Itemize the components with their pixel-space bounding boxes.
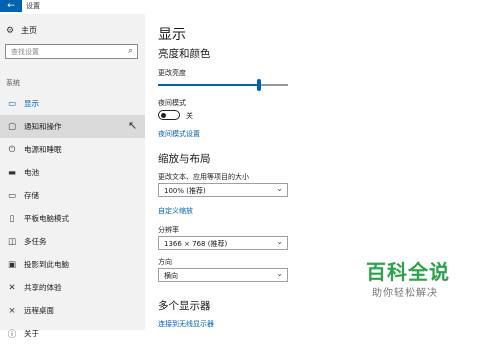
search-input[interactable]: 查找设置 [11,47,39,57]
brightness-slider-thumb[interactable] [257,79,262,91]
sidebar-item-label: 通知和操作 [24,122,62,131]
sidebar-item-project[interactable]: ▣ 投影到此电脑 [0,253,145,276]
info-icon: ⓘ [7,329,17,340]
watermark-subtitle: 助你轻松解决 [372,288,438,299]
power-icon: ⏻ [8,144,16,155]
night-light-state: 关 [186,112,193,120]
sidebar-item-multitask[interactable]: ◫ 多任务 [0,230,145,253]
sidebar-item-battery[interactable]: ▬ 电池 [0,161,145,184]
sidebar-item-label: 平板电脑模式 [24,214,69,223]
nav-list: ▭ 显示 ▢ 通知和操作 ⏻ 电源和睡眠 ▬ 电池 ▭ 存储 ▯ 平板电脑模式 … [0,92,145,345]
wireless-display-link[interactable]: 连接到无线显示器 [158,319,214,329]
chevron-down-icon: ⌄ [276,269,283,278]
sidebar-item-label: 电池 [24,168,39,177]
sidebar-item-label: 共享的体验 [24,283,62,292]
night-light-settings-link[interactable]: 夜间模式设置 [158,129,200,139]
sidebar-item-label: 存储 [24,191,39,200]
brightness-label: 更改亮度 [158,69,186,77]
share-icon: ✕ [8,282,16,293]
resolution-label: 分辨率 [158,226,179,234]
night-light-toggle[interactable] [158,110,180,120]
orientation-label: 方向 [158,258,172,266]
sidebar-item-label: 投影到此电脑 [24,260,69,269]
section-label: 系统 [6,79,20,87]
window-title: 设置 [26,2,40,10]
sidebar-item-remote-desktop[interactable]: ⨯ 远程桌面 [0,299,145,322]
nav-home-label: 主页 [21,26,37,35]
sidebar-item-about[interactable]: ⓘ 关于 [0,322,145,345]
sidebar-item-tablet[interactable]: ▯ 平板电脑模式 [0,207,145,230]
arrow-left-icon: ← [7,1,15,11]
sidebar-item-storage[interactable]: ▭ 存储 [0,184,145,207]
sidebar-item-label: 多任务 [24,237,47,246]
multi-display-section-title: 多个显示器 [158,300,211,312]
custom-scale-link[interactable]: 自定义缩放 [158,206,193,216]
chevron-down-icon: ⌄ [276,237,283,246]
remote-desktop-icon: ⨯ [8,305,16,316]
sidebar: ⚙ 主页 查找设置 ⌕ 系统 ▭ 显示 ▢ 通知和操作 ⏻ 电源和睡眠 ▬ 电池… [0,14,145,340]
sidebar-item-label: 远程桌面 [24,306,54,315]
resolution-value: 1366 × 768 (推荐) [164,240,228,248]
brightness-slider-fill [158,84,260,86]
storage-icon: ▭ [7,190,17,201]
mouse-cursor-icon: ↖ [128,119,138,132]
sidebar-item-label: 电源和睡眠 [24,145,62,154]
battery-icon: ▬ [7,167,17,178]
sidebar-item-share[interactable]: ✕ 共享的体验 [0,276,145,299]
sidebar-item-notifications[interactable]: ▢ 通知和操作 [0,115,145,138]
project-icon: ▣ [7,259,17,270]
night-light-label: 夜间模式 [158,99,186,107]
title-bar: ← 设置 [0,0,500,14]
notification-icon: ▢ [7,121,17,132]
back-button[interactable]: ← [0,0,22,12]
page-title: 显示 [158,27,186,43]
nav-home[interactable]: ⚙ 主页 [6,25,37,36]
search-box[interactable]: 查找设置 ⌕ [5,44,138,59]
brightness-slider[interactable] [158,79,288,91]
scale-value: 100% (推荐) [164,187,206,195]
scale-label: 更改文本、应用等项目的大小 [158,173,249,181]
resolution-dropdown[interactable]: 1366 × 768 (推荐) ⌄ [158,236,288,250]
scale-dropdown[interactable]: 100% (推荐) ⌄ [158,183,288,197]
chevron-down-icon: ⌄ [276,184,283,193]
search-icon[interactable]: ⌕ [128,46,133,56]
gear-icon: ⚙ [6,25,15,36]
watermark-title: 百科全说 [366,260,450,284]
sidebar-item-power[interactable]: ⏻ 电源和睡眠 [0,138,145,161]
scale-section-title: 缩放与布局 [158,153,211,165]
multitask-icon: ◫ [7,236,17,247]
sidebar-item-label: 显示 [24,99,39,108]
toggle-knob [161,112,166,118]
brightness-section-title: 亮度和颜色 [158,48,211,60]
orientation-value: 横向 [164,272,178,280]
orientation-dropdown[interactable]: 横向 ⌄ [158,268,288,282]
sidebar-item-display[interactable]: ▭ 显示 [0,92,145,115]
monitor-icon: ▭ [7,98,17,109]
tablet-icon: ▯ [9,213,15,224]
